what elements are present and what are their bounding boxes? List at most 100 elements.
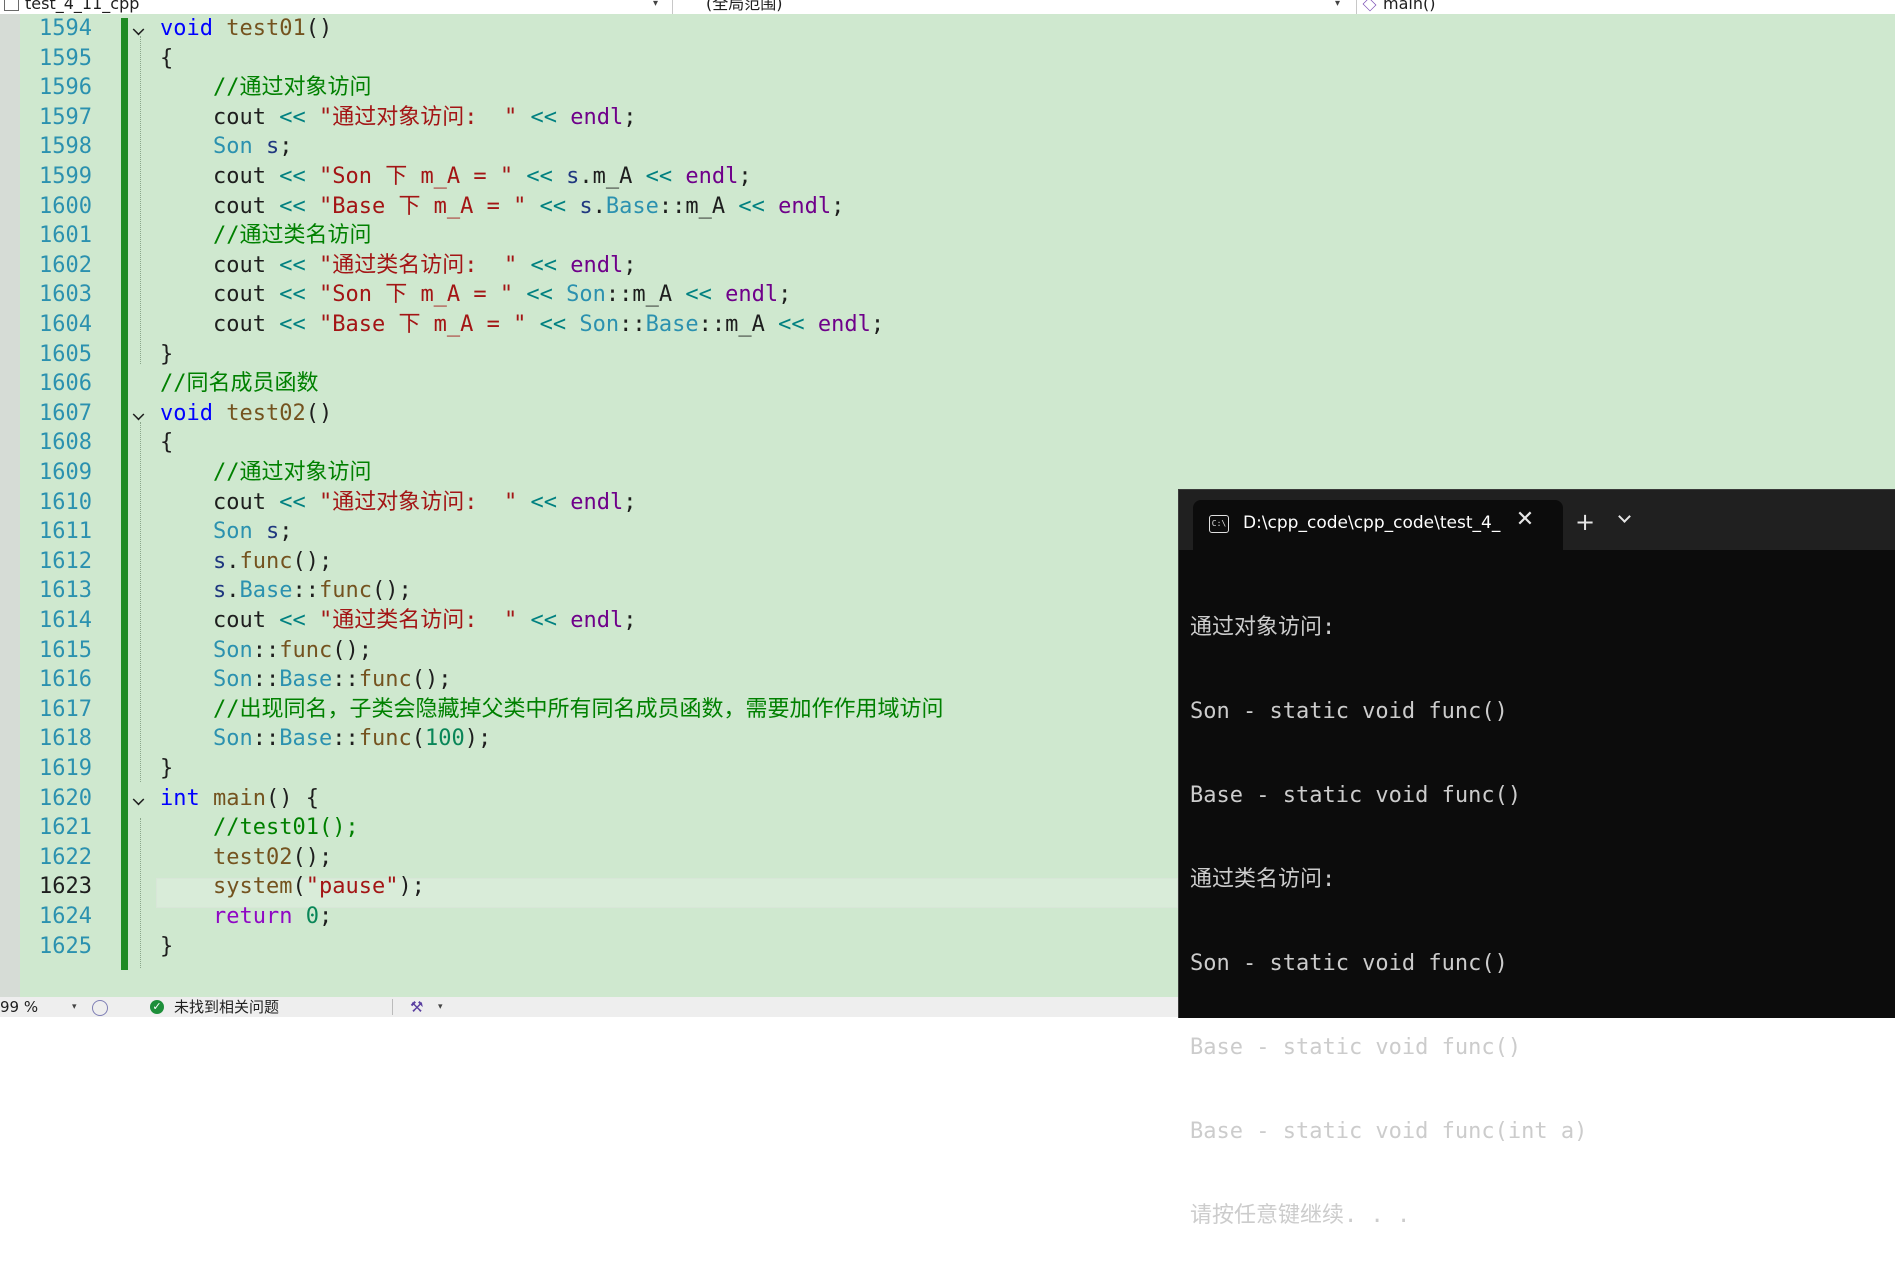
- chevron-down-icon[interactable]: ▾: [72, 997, 77, 1017]
- code-token: ::: [332, 667, 359, 693]
- code-token: //通过类名访问: [212, 223, 372, 249]
- code-token: <<: [526, 282, 553, 308]
- code-token: <<: [279, 282, 306, 308]
- code-token: test02: [212, 844, 293, 870]
- code-token: Son: [212, 519, 253, 545]
- code-token: test02: [226, 400, 306, 426]
- code-line[interactable]: 1606 //同名成员函数: [0, 369, 1895, 399]
- code-text: cout << "通过对象访问: " << endl;: [160, 103, 636, 133]
- code-token: <<: [539, 193, 567, 219]
- code-line[interactable]: 1601 //通过类名访问: [0, 221, 1895, 251]
- code-token: Son: [579, 312, 620, 337]
- code-token: //同名成员函数: [160, 371, 319, 397]
- code-token: (): [305, 400, 333, 426]
- member-dropdown[interactable]: main(): [1362, 0, 1882, 13]
- console-line: Base - static void func(): [1190, 783, 1522, 808]
- issues-status[interactable]: 未找到相关问题: [174, 997, 279, 1017]
- code-line[interactable]: 1595 {: [0, 44, 1895, 74]
- navigation-bar: test_4_11_cpp ▾ (全局范围) ▾ main(): [0, 0, 1895, 15]
- code-token: ::: [252, 667, 280, 693]
- code-text: {: [160, 428, 173, 458]
- code-token: Son: [212, 637, 253, 663]
- code-token: <<: [530, 104, 557, 130]
- code-token: cout: [160, 282, 280, 308]
- text-cursor: [1425, 1202, 1428, 1226]
- line-number: 1605: [39, 341, 92, 367]
- copilot-icon[interactable]: [92, 1000, 108, 1016]
- console-tab-title: D:\cpp_code\cpp_code\test_4_: [1243, 513, 1501, 533]
- console-prompt-line: 请按任意键继续. . .: [1190, 1202, 1890, 1230]
- code-token: ();: [332, 637, 372, 663]
- code-token: ::: [619, 312, 646, 337]
- line-number: 1606: [39, 371, 92, 397]
- scope-dropdown-label: (全局范围): [706, 0, 783, 13]
- chevron-down-icon[interactable]: ▾: [438, 997, 443, 1017]
- code-token: <<: [279, 193, 306, 219]
- code-line[interactable]: 1603 cout << "Son 下 m_A = " << Son::m_A …: [0, 280, 1895, 310]
- code-token: cout: [160, 489, 280, 515]
- code-line[interactable]: 1599 cout << "Son 下 m_A = " << s.m_A << …: [0, 162, 1895, 192]
- code-text: s.func();: [160, 547, 332, 577]
- code-token: }: [160, 341, 174, 367]
- nav-divider: [1356, 0, 1357, 14]
- code-text: cout << "Son 下 m_A = " << Son::m_A << en…: [160, 280, 791, 310]
- chevron-down-icon[interactable]: [1619, 514, 1629, 524]
- code-token: cout: [160, 608, 280, 633]
- code-line[interactable]: 1608 {: [0, 428, 1895, 458]
- code-line[interactable]: 1597 cout << "通过对象访问: " << endl;: [0, 103, 1895, 133]
- code-token: ;: [623, 252, 637, 278]
- code-token: 100: [424, 726, 465, 752]
- new-tab-button[interactable]: +: [1571, 508, 1599, 536]
- scope-dropdown[interactable]: (全局范围) ▾: [706, 0, 1346, 13]
- line-number: 1622: [39, 844, 92, 870]
- code-line[interactable]: 1607 void test02(): [0, 399, 1895, 429]
- code-text: //通过对象访问: [160, 73, 372, 103]
- close-icon[interactable]: ✕: [1513, 508, 1537, 532]
- code-token: ;: [738, 164, 752, 189]
- fold-chevron-icon[interactable]: [132, 23, 145, 36]
- line-number: 1595: [39, 45, 92, 71]
- fold-chevron-icon[interactable]: [132, 793, 145, 805]
- console-line: Son - static void func(): [1190, 699, 1508, 724]
- code-token: (): [305, 16, 333, 41]
- fold-chevron-icon[interactable]: [132, 408, 145, 421]
- code-line[interactable]: 1600 cout << "Base 下 m_A = " << s.Base::…: [0, 192, 1895, 222]
- code-line[interactable]: 1604 cout << "Base 下 m_A = " << Son::Bas…: [0, 310, 1895, 340]
- code-token: cout: [160, 312, 280, 337]
- code-text: Son::func();: [160, 636, 372, 666]
- code-token: ;: [279, 519, 293, 545]
- code-line[interactable]: 1596 //通过对象访问: [0, 73, 1895, 103]
- code-token: () {: [265, 785, 319, 811]
- line-number: 1594: [39, 16, 92, 41]
- code-line[interactable]: 1605}: [0, 340, 1895, 370]
- line-number: 1613: [39, 578, 92, 604]
- code-line[interactable]: 1594 void test01(): [0, 14, 1895, 44]
- code-token: system: [212, 874, 293, 900]
- code-cleanup-icon[interactable]: ⚒: [410, 997, 423, 1017]
- code-text: {: [160, 44, 173, 74]
- zoom-level[interactable]: 99 %: [0, 997, 38, 1017]
- console-tab[interactable]: C:\ D:\cpp_code\cpp_code\test_4_ ✕: [1193, 500, 1563, 550]
- console-window[interactable]: C:\ D:\cpp_code\cpp_code\test_4_ ✕ + 通过对…: [1178, 489, 1895, 1228]
- line-number: 1623: [39, 874, 92, 900]
- code-text: //通过类名访问: [160, 221, 372, 251]
- code-token: func: [358, 667, 412, 693]
- code-line[interactable]: 1609 //通过对象访问: [0, 458, 1895, 488]
- code-text: test02();: [160, 843, 332, 873]
- status-divider: [392, 999, 393, 1015]
- code-token: (: [411, 726, 425, 752]
- code-line[interactable]: 1598 Son s;: [0, 132, 1895, 162]
- file-dropdown[interactable]: test_4_11_cpp ▾: [4, 0, 664, 13]
- code-token: ();: [371, 578, 412, 604]
- code-token: <<: [279, 164, 306, 189]
- code-line[interactable]: 1602 cout << "通过类名访问: " << endl;: [0, 251, 1895, 281]
- code-token: .: [592, 193, 606, 219]
- code-token: endl: [725, 282, 779, 308]
